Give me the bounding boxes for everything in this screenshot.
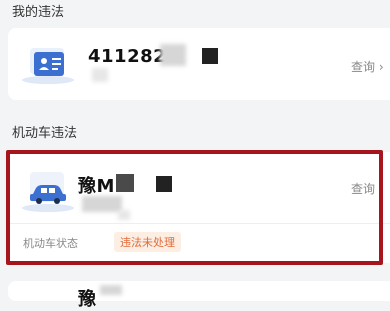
my-violations-title: 我的违法 xyxy=(12,5,65,20)
redacted-block xyxy=(100,285,122,295)
vehicle-violations-title: 机动车违法 xyxy=(12,126,78,141)
redacted-block xyxy=(202,48,218,64)
license-query-link[interactable]: 查询 › xyxy=(351,58,384,75)
license-card[interactable]: 411282* 查询 › xyxy=(8,28,390,100)
next-plate-number: 豫 xyxy=(78,289,97,310)
id-card-icon xyxy=(20,42,76,90)
redacted-block xyxy=(92,68,108,82)
highlight-frame xyxy=(6,150,383,265)
next-vehicle-card[interactable]: 豫 xyxy=(8,281,390,310)
redacted-block xyxy=(160,44,186,66)
